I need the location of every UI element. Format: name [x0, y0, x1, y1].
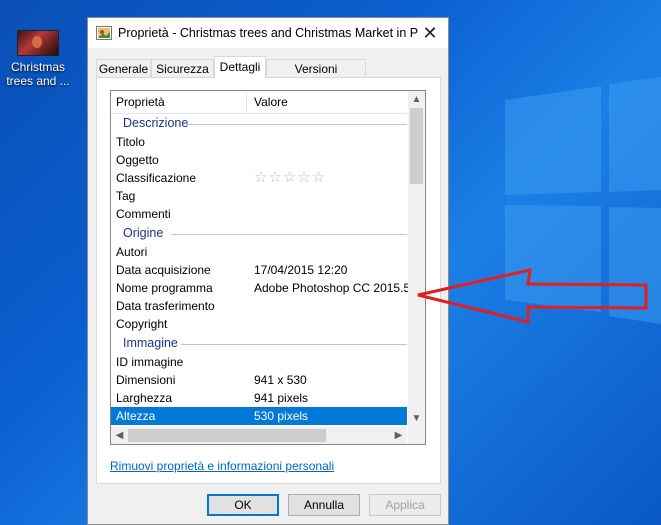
property-name: Nome programma — [116, 281, 213, 295]
property-rows: Descrizione Titolo Oggetto Classificazio… — [111, 113, 425, 425]
tab-versioni-precedenti[interactable]: Versioni precedenti — [266, 59, 366, 94]
scroll-left-icon[interactable]: ◀ — [111, 427, 128, 444]
property-name: Data trasferimento — [116, 299, 215, 313]
list-item[interactable]: Commenti — [111, 205, 407, 223]
dialog-title: Proprietà - Christmas trees and Christma… — [118, 26, 418, 40]
tab-sicurezza[interactable]: Sicurezza — [151, 59, 214, 77]
column-header-property[interactable]: Proprietà — [116, 95, 165, 109]
list-item[interactable]: Autori — [111, 243, 407, 261]
desktop-icon-label: Christmas trees and ... — [4, 60, 72, 88]
group-header-descrizione: Descrizione — [111, 113, 407, 133]
property-name: Oggetto — [116, 153, 159, 167]
horizontal-scrollbar[interactable]: ◀ ▶ — [111, 427, 407, 444]
property-value: 941 x 530 — [254, 373, 307, 387]
list-item[interactable]: Nome programma Adobe Photoshop CC 2015.5 … — [111, 279, 425, 297]
property-name: ID immagine — [116, 355, 184, 369]
close-icon: ✕ — [422, 23, 438, 43]
property-value: Adobe Photoshop CC 2015.5 (W — [254, 281, 426, 295]
group-label: Descrizione — [123, 116, 189, 130]
group-divider — [181, 344, 407, 345]
column-header: Proprietà Valore — [111, 91, 407, 114]
property-name: Tag — [116, 189, 136, 203]
scrollbar-thumb[interactable] — [410, 108, 423, 184]
scrollbar-corner — [408, 427, 425, 444]
property-name: Data acquisizione — [116, 263, 211, 277]
list-item[interactable]: Dimensioni 941 x 530 — [111, 371, 407, 389]
group-divider — [171, 234, 407, 235]
property-name: Dimensioni — [116, 373, 176, 387]
list-item[interactable]: Larghezza 941 pixels — [111, 389, 407, 407]
property-name: Autori — [116, 245, 148, 259]
list-item[interactable]: ID immagine — [111, 353, 407, 371]
property-name: Classificazione — [116, 171, 197, 185]
scroll-down-icon[interactable]: ▼ — [408, 410, 425, 427]
desktop-file-icon[interactable]: Christmas trees and ... — [4, 30, 72, 88]
remove-properties-link[interactable]: Rimuovi proprietà e informazioni persona… — [110, 459, 334, 473]
apply-button[interactable]: Applica — [369, 494, 441, 516]
vertical-scrollbar[interactable]: ▲ ▼ — [408, 91, 425, 427]
tab-generale[interactable]: Generale — [96, 59, 151, 77]
list-item[interactable]: Classificazione ☆☆☆☆☆ — [111, 169, 407, 187]
tab-dettagli[interactable]: Dettagli — [214, 56, 266, 78]
group-header-immagine: Immagine — [111, 333, 407, 353]
property-value: 530 pixels — [254, 409, 309, 423]
property-name: Copyright — [116, 317, 168, 331]
list-item[interactable]: Oggetto — [111, 151, 407, 169]
cancel-button[interactable]: Annulla — [288, 494, 360, 516]
scroll-right-icon[interactable]: ▶ — [390, 427, 407, 444]
list-item[interactable]: Data trasferimento — [111, 297, 407, 315]
title-bar[interactable]: Proprietà - Christmas trees and Christma… — [88, 18, 448, 48]
image-file-icon — [96, 26, 112, 40]
list-item[interactable]: Data acquisizione 17/04/2015 12:20 — [111, 261, 407, 279]
property-name: Titolo — [116, 135, 145, 149]
properties-dialog: Proprietà - Christmas trees and Christma… — [87, 17, 449, 525]
desktop-icon-label-line1: Christmas — [10, 60, 65, 74]
column-divider[interactable] — [246, 92, 247, 112]
group-divider — [187, 124, 407, 125]
list-item[interactable]: Titolo — [111, 133, 407, 151]
group-label: Origine — [123, 226, 164, 240]
windows-logo — [505, 77, 661, 324]
property-name: Altezza — [116, 409, 156, 423]
ok-button[interactable]: OK — [207, 494, 279, 516]
property-value: 941 pixels — [254, 391, 309, 405]
column-header-value[interactable]: Valore — [254, 95, 288, 109]
group-label: Immagine — [123, 336, 178, 350]
close-button[interactable]: ✕ — [412, 18, 448, 48]
details-panel: Proprietà Valore Descrizione Titolo Ogge… — [96, 77, 441, 484]
scroll-up-icon[interactable]: ▲ — [408, 91, 425, 108]
desktop-icon-label-line2: trees and ... — [6, 74, 70, 88]
property-name: Commenti — [116, 207, 171, 221]
image-thumbnail-icon — [17, 30, 59, 56]
property-value: 17/04/2015 12:20 — [254, 263, 348, 277]
list-item-selected[interactable]: Altezza 530 pixels — [111, 407, 407, 425]
group-header-origine: Origine — [111, 223, 407, 243]
property-name: Larghezza — [116, 391, 173, 405]
properties-list[interactable]: Proprietà Valore Descrizione Titolo Ogge… — [110, 90, 426, 445]
list-item[interactable]: Tag — [111, 187, 407, 205]
rating-stars-icon[interactable]: ☆☆☆☆☆ — [254, 169, 326, 187]
scrollbar-thumb[interactable] — [128, 429, 326, 442]
list-item[interactable]: Copyright — [111, 315, 407, 333]
